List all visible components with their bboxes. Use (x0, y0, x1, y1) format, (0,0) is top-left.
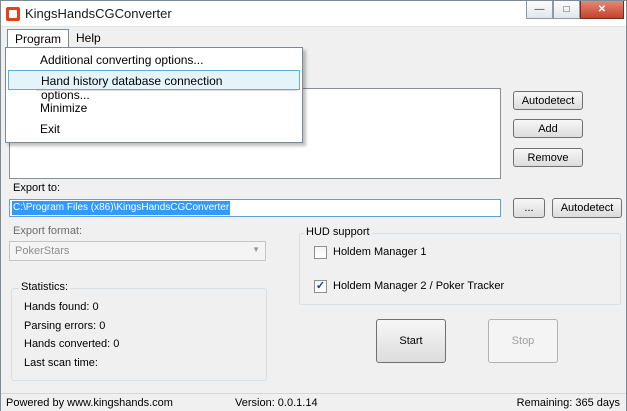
export-path-input[interactable]: C:\Program Files (x86)\KingsHandsCGConve… (9, 199, 501, 217)
remove-folder-button[interactable]: Remove (513, 148, 583, 167)
menu-item-additional-options[interactable]: Additional converting options... (8, 50, 300, 70)
holdem-manager-2-checkbox[interactable]: ✓ (314, 280, 327, 293)
powered-by-text: Powered by www.kingshands.com (6, 397, 173, 409)
folders-autodetect-button[interactable]: Autodetect (513, 91, 583, 110)
export-format-label: Export format: (13, 225, 83, 237)
statistics-title: Statistics: (19, 281, 71, 293)
export-path-value: C:\Program Files (x86)\KingsHandsCGConve… (12, 201, 231, 215)
hands-found-value: 0 (92, 301, 99, 313)
holdem-manager-1-label[interactable]: Holdem Manager 1 (333, 246, 427, 258)
hands-found-row: Hands found: 0 (24, 301, 99, 313)
parsing-errors-label: Parsing errors: (24, 320, 97, 332)
menu-bar: Program Help (1, 27, 626, 47)
close-icon[interactable]: ✕ (580, 1, 624, 19)
maximize-icon[interactable]: □ (553, 1, 580, 19)
last-scan-row: Last scan time: (24, 357, 98, 369)
browse-button[interactable]: ... (513, 198, 545, 218)
export-to-label: Export to: (13, 182, 61, 194)
remaining-text: Remaining: 365 days (516, 397, 620, 409)
program-menu-dropdown: Additional converting options... Hand hi… (5, 47, 303, 143)
app-icon (6, 7, 20, 21)
status-bar: Powered by www.kingshands.com Version: 0… (1, 393, 626, 411)
hud-support-title: HUD support (304, 226, 372, 238)
window-title: KingsHandsCGConverter (25, 6, 172, 21)
minimize-icon[interactable]: — (526, 1, 553, 19)
parsing-errors-row: Parsing errors: 0 (24, 320, 105, 332)
title-bar[interactable]: KingsHandsCGConverter — □ ✕ (1, 1, 626, 27)
last-scan-label: Last scan time: (24, 357, 98, 369)
version-text: Version: 0.0.1.14 (235, 397, 318, 409)
menu-separator (36, 90, 298, 91)
export-format-value: PokerStars (15, 245, 70, 257)
app-window: KingsHandsCGConverter — □ ✕ Program Help… (0, 0, 627, 411)
export-autodetect-button[interactable]: Autodetect (552, 198, 622, 218)
export-format-select[interactable]: PokerStars ▼ (9, 241, 266, 261)
hands-converted-value: 0 (113, 338, 120, 350)
hands-found-label: Hands found: (24, 301, 90, 313)
menu-item-minimize[interactable]: Minimize (8, 98, 300, 118)
hands-converted-label: Hands converted: (24, 338, 111, 350)
chevron-down-icon: ▼ (252, 245, 260, 254)
hands-converted-row: Hands converted: 0 (24, 338, 119, 350)
holdem-manager-1-checkbox[interactable] (314, 246, 327, 259)
start-button[interactable]: Start (376, 319, 446, 363)
parsing-errors-value: 0 (99, 320, 106, 332)
menu-help[interactable]: Help (69, 29, 108, 47)
menu-item-db-connection-options[interactable]: Hand history database connection options… (8, 70, 300, 102)
hud-support-group (299, 233, 621, 305)
menu-item-exit[interactable]: Exit (8, 119, 300, 139)
menu-program[interactable]: Program (7, 29, 70, 47)
holdem-manager-2-label[interactable]: Holdem Manager 2 / Poker Tracker (333, 280, 504, 292)
stop-button[interactable]: Stop (488, 319, 558, 363)
add-folder-button[interactable]: Add (513, 119, 583, 138)
window-controls: — □ ✕ (526, 1, 624, 19)
